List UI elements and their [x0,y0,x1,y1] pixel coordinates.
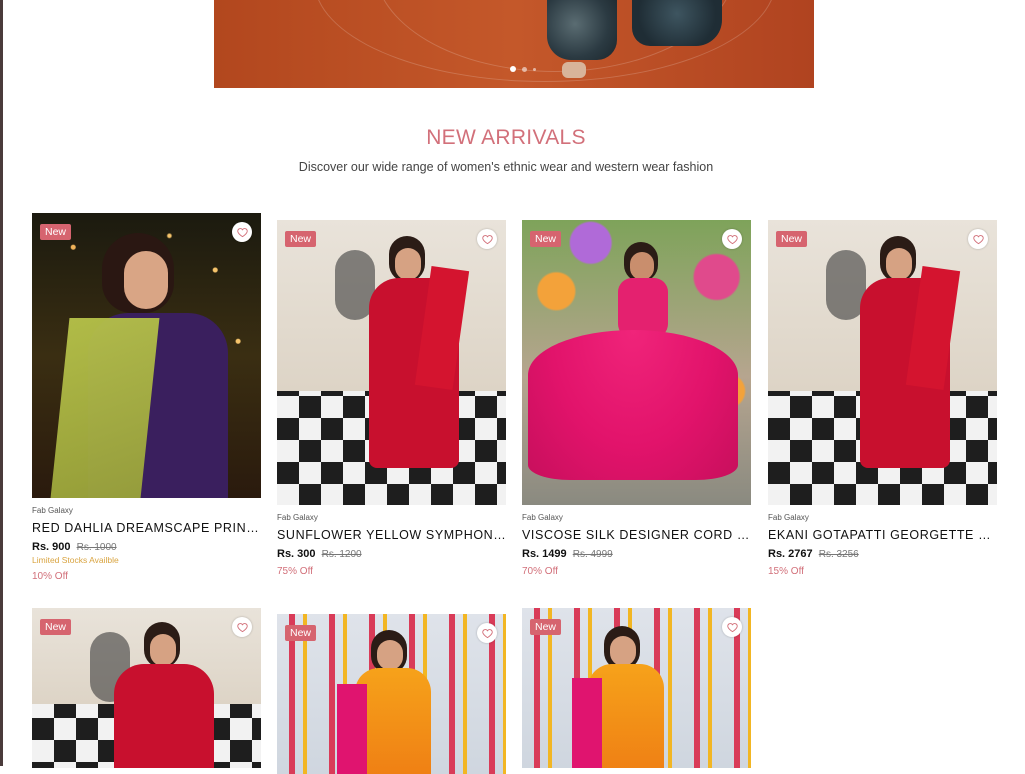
banner-model-image [632,0,722,46]
stock-note: Limited Stocks Availble [32,555,119,565]
price-row: Rs. 1499 Rs. 4999 [522,548,751,560]
product-mrp: Rs. 4999 [572,549,613,560]
product-card[interactable]: New Fab Galaxy EKANI GOTAPATTI GEORGETTE… [768,220,997,577]
model-dress [114,664,214,768]
product-image[interactable]: New [768,220,997,505]
model-face [124,251,168,309]
wishlist-heart-icon[interactable] [477,229,497,249]
product-price: Rs. 1499 [522,548,567,560]
product-discount: 75% Off [277,566,313,577]
product-image[interactable]: New [522,220,751,505]
product-discount: 70% Off [522,566,558,577]
product-image[interactable]: New [277,220,506,505]
product-mrp: Rs. 1000 [76,542,117,553]
carousel-dots [510,66,536,72]
banner-model-image [547,0,617,60]
product-card[interactable]: New [277,614,506,774]
wishlist-heart-icon[interactable] [232,222,252,242]
model-face [150,634,176,666]
wishlist-heart-icon[interactable] [477,623,497,643]
product-name[interactable]: EKANI GOTAPATTI GEORGETTE SUI... [768,528,997,542]
price-row: Rs. 900 Rs. 1000 [32,541,261,553]
product-image[interactable]: New [32,213,261,498]
page-left-border [0,0,3,766]
model-dupatta [337,684,367,774]
product-name[interactable]: VISCOSE SILK DESIGNER CORD SE... [522,528,751,542]
product-card[interactable]: New [522,608,751,768]
model-face [610,636,636,666]
banner-model-feet [562,62,586,78]
model-face [395,248,421,280]
price-row: Rs. 300 Rs. 1200 [277,548,506,560]
new-badge: New [40,224,72,240]
model-face [377,640,403,670]
model-skirt [528,330,738,480]
product-image[interactable]: New [32,608,261,768]
section-subtitle: Discover our wide range of women's ethni… [298,160,714,174]
product-discount: 15% Off [768,566,804,577]
product-brand: Fab Galaxy [32,506,73,515]
product-mrp: Rs. 1200 [321,549,362,560]
product-brand: Fab Galaxy [277,513,318,522]
new-badge: New [530,619,562,635]
wishlist-heart-icon[interactable] [722,617,742,637]
wishlist-heart-icon[interactable] [232,617,252,637]
new-badge: New [40,619,72,635]
product-discount: 10% Off [32,571,68,582]
product-card[interactable]: New Fab Galaxy SUNFLOWER YELLOW SYMPHONY… [277,220,506,577]
product-name[interactable]: RED DAHLIA DREAMSCAPE PRINT... [32,521,261,535]
carousel-dot-3[interactable] [533,67,536,71]
product-image[interactable]: New [277,614,506,774]
product-brand: Fab Galaxy [522,513,563,522]
new-badge: New [530,231,562,247]
model-dupatta [572,678,602,768]
wishlist-heart-icon[interactable] [722,229,742,249]
price-row: Rs. 2767 Rs. 3256 [768,548,997,560]
product-mrp: Rs. 3256 [818,549,859,560]
product-price: Rs. 2767 [768,548,813,560]
model-face [630,252,654,280]
hero-banner[interactable] [214,0,814,88]
model-top [618,278,668,338]
product-name[interactable]: SUNFLOWER YELLOW SYMPHONY ... [277,528,506,542]
new-badge: New [776,231,808,247]
carousel-dot-2[interactable] [522,66,527,72]
product-price: Rs. 900 [32,541,71,553]
wishlist-heart-icon[interactable] [968,229,988,249]
product-price: Rs. 300 [277,548,316,560]
product-card[interactable]: New Fab Galaxy RED DAHLIA DREAMSCAPE PRI… [32,213,261,582]
carousel-dot-1[interactable] [510,66,516,72]
product-brand: Fab Galaxy [768,513,809,522]
model-dupatta [50,318,160,498]
product-card[interactable]: New [32,608,261,768]
product-card[interactable]: New Fab Galaxy VISCOSE SILK DESIGNER COR… [522,220,751,577]
section-title: NEW ARRIVALS [426,126,586,149]
product-image[interactable]: New [522,608,751,768]
new-badge: New [285,625,317,641]
new-badge: New [285,231,317,247]
model-face [886,248,912,280]
